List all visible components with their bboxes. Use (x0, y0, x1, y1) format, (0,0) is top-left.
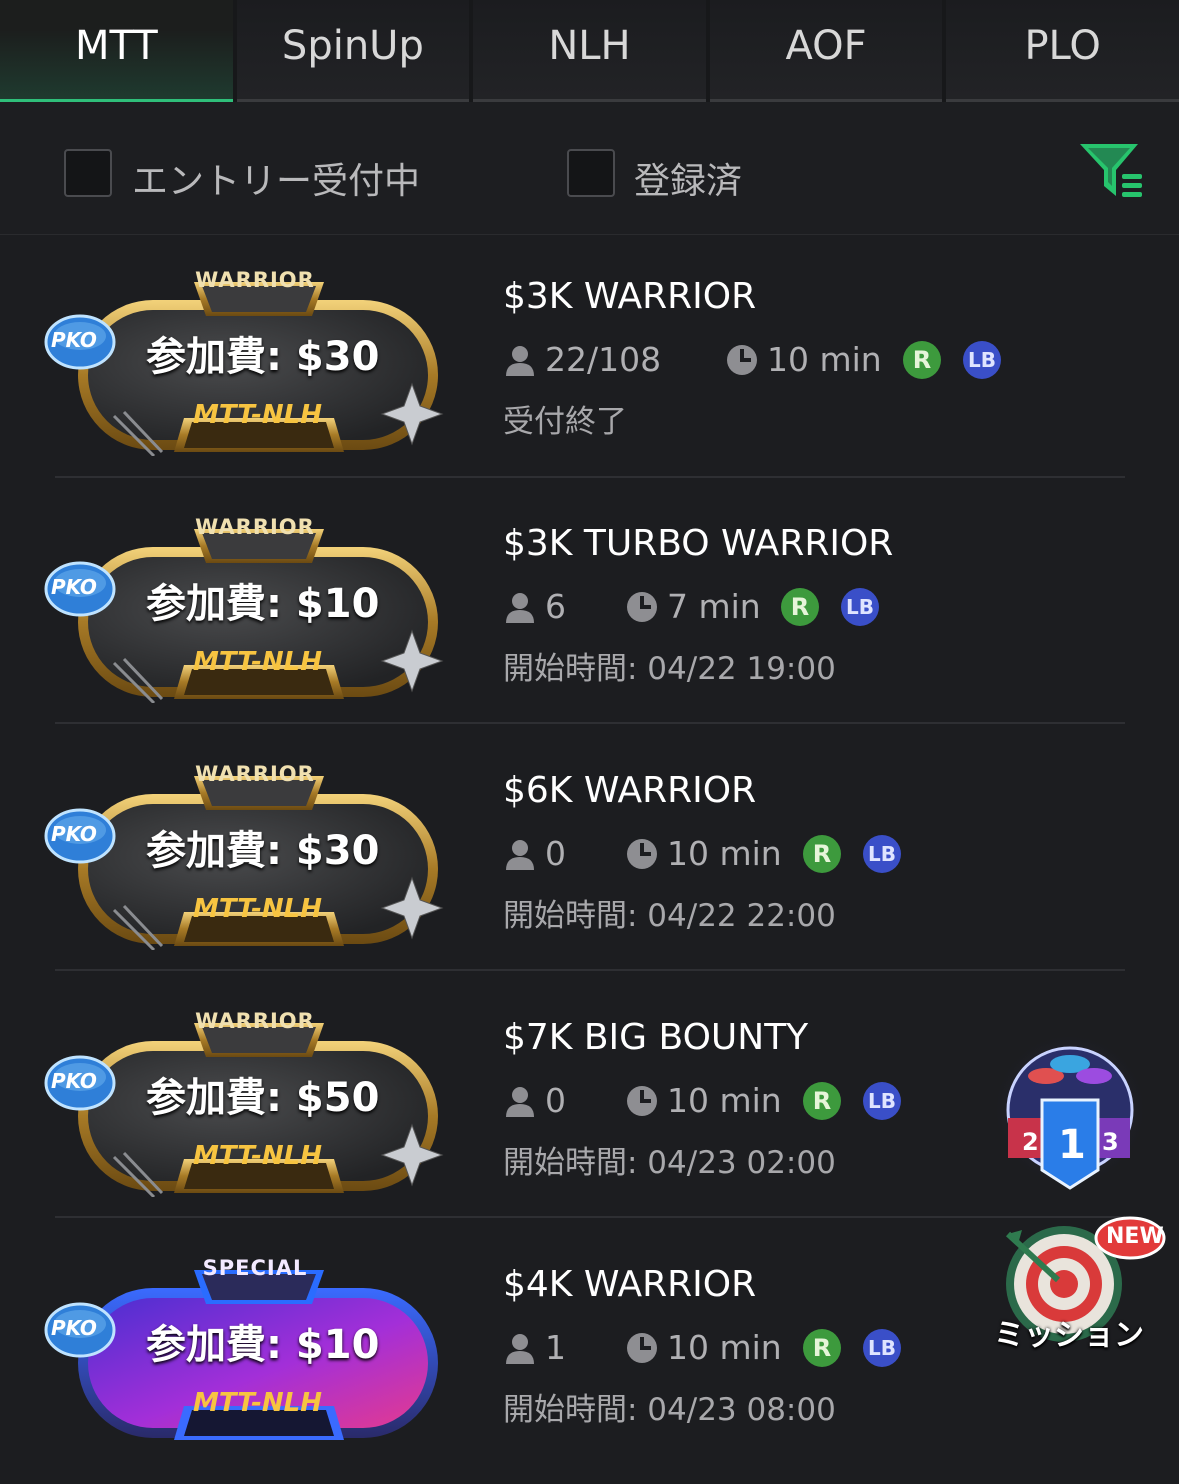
rank-3-label: 3 (1102, 1128, 1119, 1156)
tournament-info: 6 7 min R LB (503, 587, 879, 626)
pko-label: PKO (51, 328, 97, 352)
tournament-info: 1 10 min R LB (503, 1328, 901, 1367)
mission-floating-button[interactable]: NEW ミッション (988, 1214, 1168, 1374)
mission-label: ミッション (994, 1318, 1144, 1353)
leaderboard-icon: LB (863, 834, 901, 873)
leaderboard-icon: LB (863, 1081, 901, 1120)
leaderboard-icon: LB (841, 587, 879, 626)
tournament-title: $6K WARRIOR (503, 770, 757, 811)
pko-label: PKO (51, 575, 97, 599)
badge-category-label: MTT-NLH (193, 1141, 322, 1171)
mission-new-badge: NEW (1106, 1224, 1164, 1249)
players-count: 22/108 (545, 340, 662, 379)
row-divider (55, 476, 1125, 478)
buy-in-label: 参加費: $30 (146, 334, 380, 380)
players-icon (506, 592, 534, 623)
rebuy-icon: R (781, 587, 819, 626)
badge-type-label: SPECIAL (202, 1256, 308, 1280)
pko-label: PKO (51, 822, 97, 846)
blind-level-time: 10 min (667, 1328, 782, 1367)
rebuy-icon: R (803, 1081, 841, 1120)
rebuy-icon: R (803, 1328, 841, 1367)
buy-in-label: 参加費: $50 (146, 1075, 380, 1121)
entry-open-label: エントリー受付中 (132, 161, 421, 202)
filter-bar: エントリー受付中 登録済 (0, 102, 1179, 235)
tournament-info: 0 10 min R LB (503, 1081, 901, 1120)
players-count: 6 (545, 587, 566, 626)
pko-label: PKO (51, 1069, 97, 1093)
badge-category-label: MTT-NLH (193, 1388, 322, 1418)
tournament-info: 22/108 10 min R LB (503, 340, 1001, 379)
tournament-status: 受付終了 (503, 404, 627, 440)
tab-spinup[interactable]: SpinUp (236, 0, 470, 102)
players-icon (506, 1333, 534, 1364)
clock-icon (627, 838, 657, 869)
leaderboard-icon: LB (963, 340, 1001, 379)
players-count: 0 (545, 1081, 566, 1120)
badge-category-label: MTT-NLH (193, 400, 322, 430)
tournament-row[interactable]: WARRIOR 参加費: $30 MTT-NLH PKO $6K WARRIOR… (0, 744, 1179, 990)
clock-icon (627, 1085, 657, 1116)
pko-label: PKO (51, 1316, 97, 1340)
row-divider (55, 722, 1125, 724)
clock-icon (627, 1332, 657, 1363)
tournament-info: 0 10 min R LB (503, 834, 901, 873)
blind-level-time: 10 min (767, 340, 882, 379)
row-divider (55, 969, 1125, 971)
tournament-row[interactable]: WARRIOR 参加費: $30 MTT-NLH PKO $3K WARRIOR… (0, 250, 1179, 496)
tournament-status: 開始時間: 04/23 02:00 (503, 1145, 836, 1181)
blind-level-time: 10 min (667, 834, 782, 873)
tournament-status: 開始時間: 04/22 22:00 (503, 898, 836, 934)
clock-icon (727, 344, 757, 375)
ranking-podium-icon (992, 1032, 1148, 1190)
tab-plo[interactable]: PLO (946, 0, 1179, 102)
tournament-status: 開始時間: 04/22 19:00 (503, 651, 836, 687)
buy-in-label: 参加費: $10 (146, 581, 380, 627)
tournament-title: $3K TURBO WARRIOR (503, 523, 894, 564)
rebuy-icon: R (903, 340, 941, 379)
entry-open-checkbox[interactable] (64, 149, 112, 197)
leaderboard-icon: LB (863, 1328, 901, 1367)
registered-checkbox[interactable] (567, 149, 615, 197)
ranking-floating-button[interactable]: 2 1 3 (990, 1030, 1150, 1200)
tournament-title: $7K BIG BOUNTY (503, 1017, 809, 1058)
players-icon (506, 1086, 534, 1117)
badge-category-label: MTT-NLH (193, 647, 322, 677)
blind-level-time: 10 min (667, 1081, 782, 1120)
clock-icon (627, 591, 657, 622)
buy-in-label: 参加費: $10 (146, 1322, 380, 1368)
tab-nlh[interactable]: NLH (473, 0, 706, 102)
blind-level-time: 7 min (667, 587, 761, 626)
badge-type-label: WARRIOR (195, 515, 315, 539)
registered-label: 登録済 (634, 161, 743, 202)
badge-type-label: WARRIOR (195, 268, 315, 292)
tab-aof[interactable]: AOF (709, 0, 943, 102)
buy-in-label: 参加費: $30 (146, 828, 380, 874)
badge-type-label: WARRIOR (195, 762, 315, 786)
tournament-row[interactable]: WARRIOR 参加費: $10 MTT-NLH PKO $3K TURBO W… (0, 497, 1179, 743)
rank-2-label: 2 (1022, 1128, 1039, 1156)
badge-category-label: MTT-NLH (193, 894, 322, 924)
tab-mtt[interactable]: MTT (0, 0, 233, 102)
tournament-title: $3K WARRIOR (503, 276, 757, 317)
game-type-tabs: MTT SpinUp NLH AOF PLO (0, 0, 1179, 102)
players-icon (506, 345, 534, 376)
filter-icon[interactable] (1078, 140, 1146, 202)
badge-type-label: WARRIOR (195, 1009, 315, 1033)
tournament-status: 開始時間: 04/23 08:00 (503, 1392, 836, 1428)
rank-1-label: 1 (1058, 1122, 1086, 1168)
row-divider (55, 1216, 1125, 1218)
players-icon (506, 839, 534, 870)
tournament-title: $4K WARRIOR (503, 1264, 757, 1305)
rebuy-icon: R (803, 834, 841, 873)
players-count: 1 (545, 1328, 566, 1367)
players-count: 0 (545, 834, 566, 873)
